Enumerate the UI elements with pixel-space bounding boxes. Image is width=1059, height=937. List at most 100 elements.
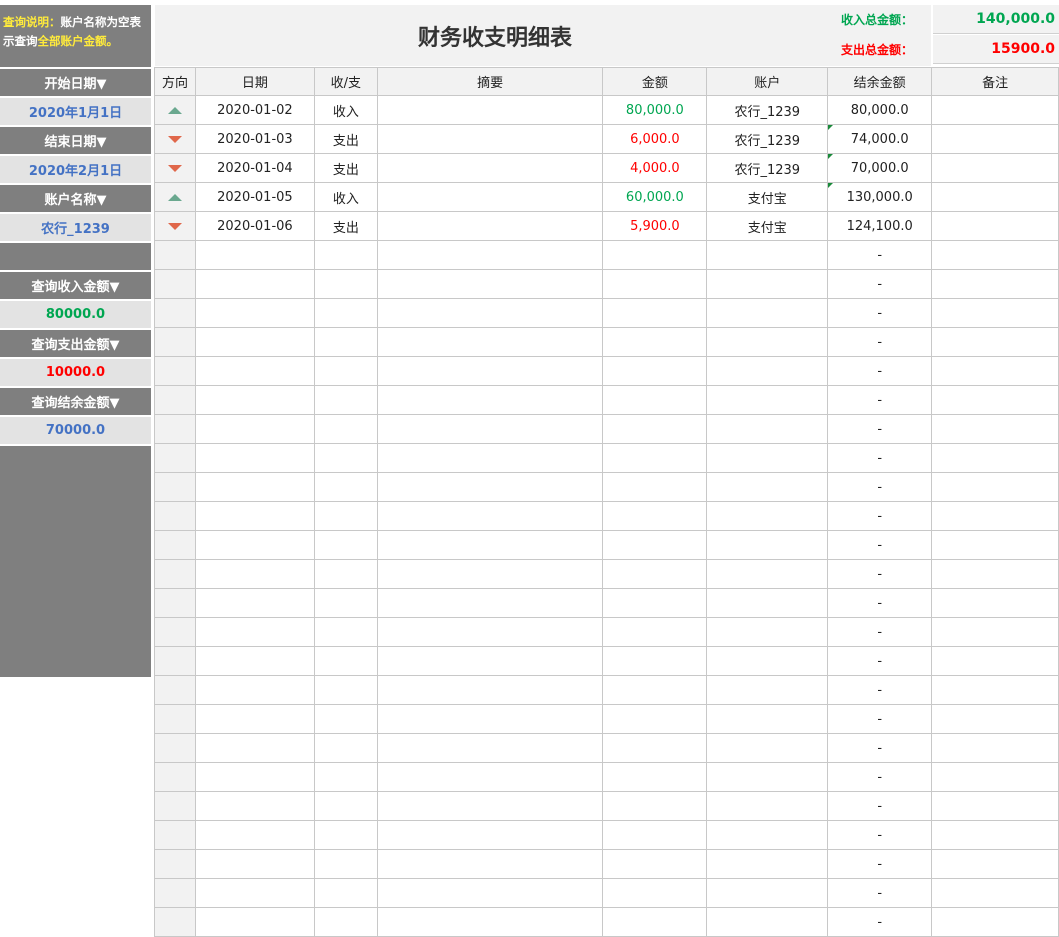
empty-cell[interactable] (194, 704, 315, 734)
empty-cell[interactable] (194, 733, 315, 763)
empty-cell[interactable] (931, 472, 1059, 502)
empty-cell[interactable] (376, 530, 604, 560)
table-row-empty[interactable]: - (154, 501, 1059, 531)
empty-cell[interactable] (706, 733, 829, 763)
empty-cell[interactable] (313, 414, 378, 444)
table-row-empty[interactable]: - (154, 240, 1059, 270)
empty-cell[interactable] (376, 298, 604, 328)
empty-cell[interactable] (706, 530, 829, 560)
empty-cell[interactable] (706, 617, 829, 647)
empty-cell[interactable] (376, 414, 604, 444)
empty-cell[interactable] (194, 820, 315, 850)
empty-cell[interactable] (376, 501, 604, 531)
direction-cell[interactable] (154, 269, 196, 299)
empty-cell[interactable] (706, 559, 829, 589)
empty-cell[interactable] (194, 356, 315, 386)
direction-cell[interactable] (154, 356, 196, 386)
direction-cell[interactable] (154, 124, 196, 154)
account-cell[interactable]: 农行_1239 (706, 124, 829, 154)
balance-cell[interactable]: - (827, 385, 933, 415)
table-row-empty[interactable]: - (154, 356, 1059, 386)
type-cell[interactable]: 支出 (313, 153, 378, 183)
empty-cell[interactable] (194, 530, 315, 560)
date-cell[interactable]: 2020-01-02 (194, 95, 315, 125)
col-header-balance[interactable]: 结余金额 (827, 67, 933, 96)
type-cell[interactable]: 支出 (313, 211, 378, 241)
empty-cell[interactable] (706, 675, 829, 705)
account-label[interactable]: 账户名称▼ (0, 185, 151, 212)
empty-cell[interactable] (931, 559, 1059, 589)
table-row[interactable]: 2020-01-02 收入 80,000.0 农行_1239 80,000.0 (154, 95, 1059, 125)
balance-cell[interactable]: - (827, 327, 933, 357)
note-cell[interactable] (931, 211, 1059, 241)
type-cell[interactable]: 支出 (313, 124, 378, 154)
empty-cell[interactable] (602, 530, 708, 560)
empty-cell[interactable] (376, 327, 604, 357)
empty-cell[interactable] (931, 849, 1059, 879)
empty-cell[interactable] (602, 356, 708, 386)
empty-cell[interactable] (602, 791, 708, 821)
empty-cell[interactable] (194, 762, 315, 792)
empty-cell[interactable] (194, 617, 315, 647)
empty-cell[interactable] (313, 849, 378, 879)
table-row-empty[interactable]: - (154, 617, 1059, 647)
balance-cell[interactable]: - (827, 588, 933, 618)
empty-cell[interactable] (194, 269, 315, 299)
empty-cell[interactable] (313, 269, 378, 299)
empty-cell[interactable] (706, 443, 829, 473)
table-row-empty[interactable]: - (154, 588, 1059, 618)
empty-cell[interactable] (931, 791, 1059, 821)
empty-cell[interactable] (602, 762, 708, 792)
balance-cell[interactable]: - (827, 559, 933, 589)
empty-cell[interactable] (376, 849, 604, 879)
table-row[interactable]: 2020-01-06 支出 5,900.0 支付宝 124,100.0 (154, 211, 1059, 241)
direction-cell[interactable] (154, 907, 196, 937)
table-row-empty[interactable]: - (154, 762, 1059, 792)
balance-cell[interactable]: - (827, 704, 933, 734)
empty-cell[interactable] (931, 530, 1059, 560)
table-row-empty[interactable]: - (154, 414, 1059, 444)
table-row[interactable]: 2020-01-03 支出 6,000.0 农行_1239 74,000.0 (154, 124, 1059, 154)
direction-cell[interactable] (154, 675, 196, 705)
direction-cell[interactable] (154, 501, 196, 531)
empty-cell[interactable] (706, 385, 829, 415)
summary-cell[interactable] (376, 95, 604, 125)
col-header-date[interactable]: 日期 (194, 67, 315, 96)
empty-cell[interactable] (706, 298, 829, 328)
start-date-field[interactable]: 2020年1月1日 (0, 98, 151, 125)
empty-cell[interactable] (602, 646, 708, 676)
col-header-summary[interactable]: 摘要 (376, 67, 604, 96)
table-row-empty[interactable]: - (154, 443, 1059, 473)
table-row-empty[interactable]: - (154, 298, 1059, 328)
balance-cell[interactable]: - (827, 443, 933, 473)
empty-cell[interactable] (602, 559, 708, 589)
empty-cell[interactable] (931, 240, 1059, 270)
direction-cell[interactable] (154, 559, 196, 589)
direction-cell[interactable] (154, 385, 196, 415)
balance-cell[interactable]: - (827, 820, 933, 850)
table-row-empty[interactable]: - (154, 675, 1059, 705)
empty-cell[interactable] (931, 298, 1059, 328)
empty-cell[interactable] (376, 385, 604, 415)
empty-cell[interactable] (602, 588, 708, 618)
empty-cell[interactable] (931, 385, 1059, 415)
empty-cell[interactable] (313, 791, 378, 821)
empty-cell[interactable] (194, 501, 315, 531)
empty-cell[interactable] (194, 907, 315, 937)
table-row-empty[interactable]: - (154, 385, 1059, 415)
empty-cell[interactable] (602, 704, 708, 734)
empty-cell[interactable] (931, 646, 1059, 676)
empty-cell[interactable] (706, 414, 829, 444)
table-row-empty[interactable]: - (154, 559, 1059, 589)
empty-cell[interactable] (602, 849, 708, 879)
empty-cell[interactable] (602, 414, 708, 444)
empty-cell[interactable] (706, 269, 829, 299)
empty-cell[interactable] (602, 298, 708, 328)
summary-cell[interactable] (376, 211, 604, 241)
empty-cell[interactable] (706, 327, 829, 357)
empty-cell[interactable] (706, 704, 829, 734)
empty-cell[interactable] (376, 791, 604, 821)
date-cell[interactable]: 2020-01-04 (194, 153, 315, 183)
empty-cell[interactable] (376, 559, 604, 589)
table-row-empty[interactable]: - (154, 791, 1059, 821)
